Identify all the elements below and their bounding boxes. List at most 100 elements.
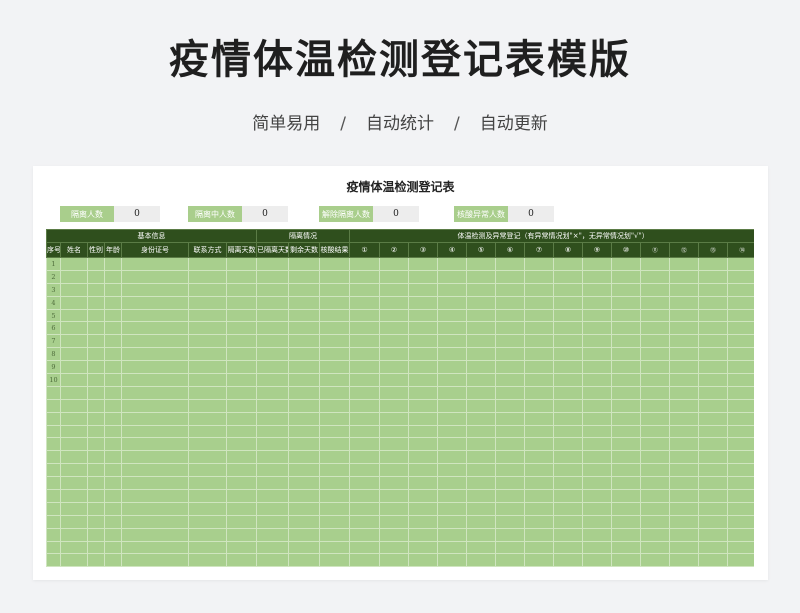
table-cell[interactable] — [466, 321, 497, 336]
table-cell[interactable] — [121, 450, 189, 465]
table-cell[interactable] — [319, 347, 351, 362]
table-cell[interactable] — [87, 501, 105, 516]
table-cell[interactable] — [466, 437, 497, 452]
table-cell[interactable] — [466, 501, 497, 516]
table-cell[interactable] — [582, 398, 613, 413]
row-number-cell[interactable]: 3 — [46, 282, 61, 297]
table-cell[interactable] — [466, 347, 497, 362]
table-cell[interactable] — [288, 527, 321, 542]
table-cell[interactable] — [495, 501, 526, 516]
table-cell[interactable] — [379, 437, 410, 452]
table-cell[interactable] — [288, 489, 321, 503]
table-cell[interactable] — [466, 257, 497, 271]
table-cell[interactable] — [60, 321, 88, 336]
table-cell[interactable] — [698, 295, 729, 310]
table-cell[interactable] — [727, 269, 754, 284]
table-cell[interactable] — [611, 437, 642, 452]
table-cell[interactable] — [256, 514, 290, 529]
table-cell[interactable] — [121, 334, 189, 349]
table-cell[interactable] — [669, 334, 700, 349]
table-cell[interactable] — [225, 514, 258, 529]
table-cell[interactable] — [256, 489, 290, 503]
table-cell[interactable] — [104, 424, 122, 439]
table-cell[interactable] — [319, 282, 351, 297]
table-cell[interactable] — [288, 411, 321, 426]
table-cell[interactable] — [611, 501, 642, 516]
table-cell[interactable] — [553, 282, 584, 297]
table-cell[interactable] — [582, 360, 613, 375]
table-cell[interactable] — [495, 295, 526, 310]
table-cell[interactable] — [524, 450, 555, 465]
table-cell[interactable] — [60, 334, 88, 349]
table-cell[interactable] — [288, 398, 321, 413]
table-cell[interactable] — [669, 385, 700, 400]
table-cell[interactable] — [553, 437, 584, 452]
table-cell[interactable] — [349, 424, 381, 439]
table-cell[interactable] — [553, 257, 584, 271]
table-cell[interactable] — [188, 282, 227, 297]
table-cell[interactable] — [495, 476, 526, 491]
table-cell[interactable] — [319, 463, 351, 478]
table-cell[interactable] — [524, 424, 555, 439]
table-cell[interactable] — [408, 398, 439, 413]
table-cell[interactable] — [379, 321, 410, 336]
table-cell[interactable] — [582, 347, 613, 362]
table-cell[interactable] — [87, 308, 105, 323]
table-cell[interactable] — [121, 553, 189, 567]
table-cell[interactable] — [553, 308, 584, 323]
table-cell[interactable] — [379, 360, 410, 375]
table-cell[interactable] — [698, 411, 729, 426]
table-cell[interactable] — [60, 540, 88, 555]
table-cell[interactable] — [698, 347, 729, 362]
table-cell[interactable] — [121, 463, 189, 478]
table-cell[interactable] — [319, 295, 351, 310]
table-cell[interactable] — [225, 553, 258, 567]
table-cell[interactable] — [437, 334, 468, 349]
table-cell[interactable] — [349, 553, 381, 567]
table-cell[interactable] — [256, 424, 290, 439]
table-cell[interactable] — [225, 501, 258, 516]
table-cell[interactable] — [524, 295, 555, 310]
table-cell[interactable] — [553, 321, 584, 336]
table-cell[interactable] — [121, 411, 189, 426]
table-cell[interactable] — [727, 308, 754, 323]
table-cell[interactable] — [87, 295, 105, 310]
table-cell[interactable] — [87, 257, 105, 271]
table-cell[interactable] — [104, 373, 122, 387]
table-cell[interactable] — [256, 269, 290, 284]
table-cell[interactable] — [611, 553, 642, 567]
table-cell[interactable] — [408, 411, 439, 426]
table-cell[interactable] — [349, 501, 381, 516]
table-cell[interactable] — [524, 269, 555, 284]
table-cell[interactable] — [669, 489, 700, 503]
table-cell[interactable] — [379, 398, 410, 413]
table-cell[interactable] — [379, 257, 410, 271]
table-cell[interactable] — [288, 424, 321, 439]
table-cell[interactable] — [495, 334, 526, 349]
table-cell[interactable] — [256, 540, 290, 555]
table-cell[interactable] — [46, 411, 61, 426]
table-cell[interactable] — [408, 514, 439, 529]
table-cell[interactable] — [188, 295, 227, 310]
table-cell[interactable] — [319, 501, 351, 516]
table-cell[interactable] — [288, 321, 321, 336]
table-cell[interactable] — [495, 398, 526, 413]
table-cell[interactable] — [640, 385, 671, 400]
table-cell[interactable] — [437, 360, 468, 375]
table-cell[interactable] — [104, 527, 122, 542]
table-cell[interactable] — [524, 411, 555, 426]
table-cell[interactable] — [466, 360, 497, 375]
table-cell[interactable] — [582, 463, 613, 478]
row-number-cell[interactable]: 9 — [46, 360, 61, 375]
table-cell[interactable] — [188, 540, 227, 555]
table-cell[interactable] — [121, 282, 189, 297]
table-cell[interactable] — [698, 308, 729, 323]
table-cell[interactable] — [466, 540, 497, 555]
table-cell[interactable] — [727, 282, 754, 297]
table-cell[interactable] — [727, 257, 754, 271]
table-cell[interactable] — [288, 514, 321, 529]
table-cell[interactable] — [727, 295, 754, 310]
table-cell[interactable] — [408, 385, 439, 400]
table-cell[interactable] — [256, 527, 290, 542]
table-cell[interactable] — [188, 437, 227, 452]
